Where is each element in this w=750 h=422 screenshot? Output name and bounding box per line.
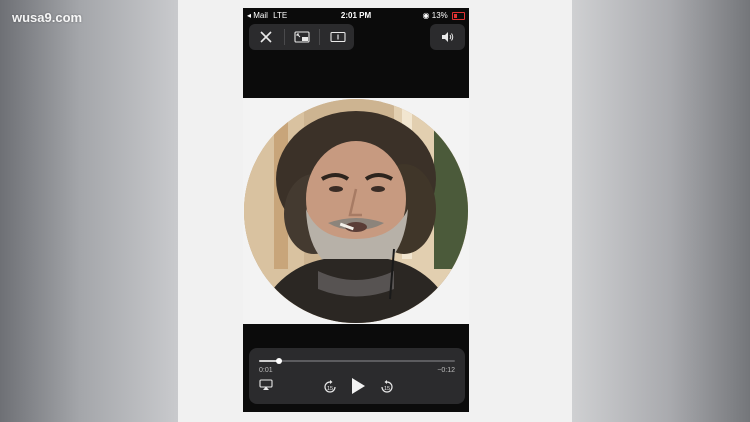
video-content[interactable] <box>243 98 469 324</box>
skip-back-15-icon: 15 <box>324 380 336 393</box>
close-button[interactable] <box>249 24 283 50</box>
aspect-zoom-icon <box>330 31 346 43</box>
close-icon <box>260 31 272 43</box>
battery-icon <box>452 11 465 20</box>
scrubber-knob[interactable] <box>275 358 282 364</box>
background-right <box>572 0 750 422</box>
video-still-image <box>244 99 468 323</box>
svg-text:15: 15 <box>327 386 333 392</box>
viewer-controls <box>249 24 354 50</box>
airplay-button[interactable] <box>259 379 273 391</box>
aspect-zoom-button[interactable] <box>321 24 355 50</box>
background-left <box>0 0 178 422</box>
status-right: ◉ 13% <box>423 8 465 24</box>
channel-logo: wusa9.com <box>12 10 83 25</box>
picture-in-picture-icon <box>294 31 310 43</box>
playback-controls: 0:01 −0:12 15 15 <box>249 348 465 404</box>
play-icon <box>352 378 365 394</box>
orientation-lock-icon: ◉ <box>422 11 430 20</box>
volume-button[interactable] <box>430 24 465 50</box>
scrubber-track[interactable] <box>259 358 455 364</box>
speaker-volume-icon <box>441 32 453 42</box>
controls-divider <box>319 29 320 45</box>
status-bar: ◂ Mail LTE 2:01 PM ◉ 13% <box>243 8 469 24</box>
skip-back-button[interactable]: 15 <box>322 379 338 395</box>
skip-forward-15-icon: 15 <box>381 380 393 393</box>
phone-bottom-bar: 0:01 −0:12 15 15 <box>243 324 469 412</box>
time-elapsed: 0:01 <box>259 367 273 374</box>
play-button[interactable] <box>350 377 366 395</box>
circular-video-frame <box>244 99 468 323</box>
phone-top-bar: ◂ Mail LTE 2:01 PM ◉ 13% <box>243 8 469 98</box>
time-remaining: −0:12 <box>437 367 455 374</box>
svg-text:15: 15 <box>384 386 390 392</box>
battery-percent: 13% <box>431 11 448 20</box>
airplay-icon <box>259 379 273 390</box>
skip-forward-button[interactable]: 15 <box>379 379 395 395</box>
picture-in-picture-button[interactable] <box>285 24 319 50</box>
